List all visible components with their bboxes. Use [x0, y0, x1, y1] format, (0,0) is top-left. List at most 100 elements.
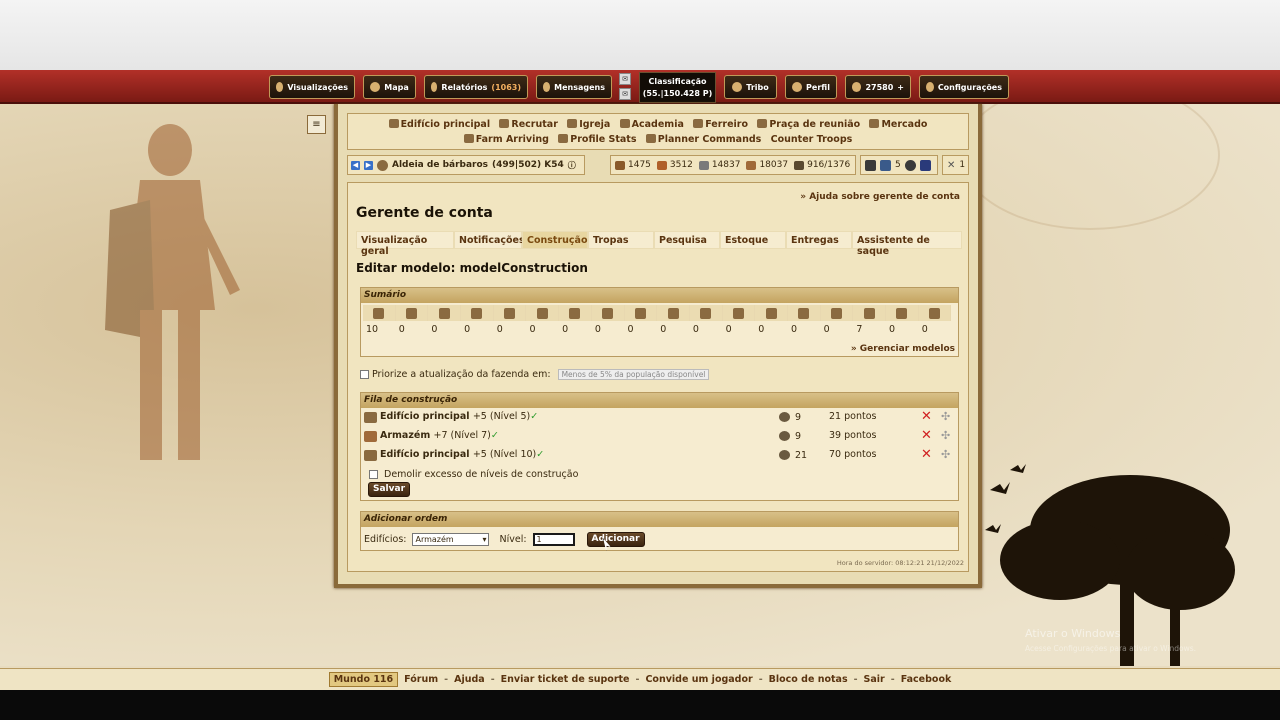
- village-coords[interactable]: (499|502) K54: [492, 160, 564, 170]
- tab-estoque[interactable]: Estoque: [720, 231, 786, 249]
- save-button[interactable]: Salvar: [368, 482, 411, 497]
- tab-notificacoes[interactable]: Notificações: [454, 231, 525, 249]
- sidebar-toggle-icon[interactable]: ≡: [307, 115, 326, 134]
- footer-link-notas[interactable]: Bloco de notas: [769, 674, 848, 685]
- perfil-button[interactable]: Perfil: [785, 75, 837, 99]
- village-name[interactable]: Aldeia de bárbaros: [392, 160, 488, 170]
- summary-value: 0: [431, 324, 438, 335]
- buildings-label: Edifícios:: [364, 534, 407, 545]
- demolish-checkbox[interactable]: [369, 470, 378, 479]
- summary-value: 7: [856, 324, 863, 335]
- farm-priority-label: Priorize a atualização da fazenda em:: [372, 369, 551, 380]
- drag-handle-icon[interactable]: ✣: [941, 410, 950, 423]
- visualizacoes-button[interactable]: Visualizações: [269, 75, 355, 99]
- help-link[interactable]: » Ajuda sobre gerente de conta: [800, 192, 960, 202]
- premium-button[interactable]: 27580 +: [845, 75, 911, 99]
- iron-mine-icon: [787, 305, 821, 321]
- footer-link-sair[interactable]: Sair: [864, 674, 885, 685]
- menu-counter-troops[interactable]: Counter Troops: [771, 134, 853, 145]
- queue-building-name: Edifício principal: [380, 411, 470, 422]
- classificacao-button[interactable]: Classificação (55.|150.428 P): [639, 72, 716, 103]
- delete-icon[interactable]: ✕: [921, 409, 932, 424]
- rally-point-icon: [757, 119, 768, 128]
- status-count: 5: [895, 160, 901, 170]
- previous-village-icon[interactable]: ◀: [351, 160, 360, 170]
- tab-tropas[interactable]: Tropas: [588, 231, 654, 249]
- population-icon: [779, 431, 790, 441]
- menu-profile-stats[interactable]: Profile Stats: [558, 134, 636, 145]
- summary-value: 0: [562, 324, 569, 335]
- menu-mercado[interactable]: Mercado: [869, 119, 927, 130]
- manage-templates-link[interactable]: » Gerenciar modelos: [851, 344, 955, 354]
- building-select[interactable]: Armazém: [412, 533, 490, 546]
- next-village-icon[interactable]: ▶: [364, 160, 373, 170]
- mensagens-button[interactable]: Mensagens: [536, 75, 612, 99]
- drag-handle-icon[interactable]: ✣: [941, 429, 950, 442]
- menu-ferreiro[interactable]: Ferreiro: [693, 119, 748, 130]
- footer-separator: -: [853, 674, 858, 685]
- drag-handle-icon[interactable]: ✣: [941, 448, 950, 461]
- menu-farm-arriving[interactable]: Farm Arriving: [463, 134, 549, 145]
- knight-illustration: [105, 124, 240, 460]
- level-input[interactable]: 1: [532, 533, 575, 546]
- headquarters-icon: [364, 450, 377, 461]
- menu-academia[interactable]: Academia: [619, 119, 684, 130]
- delete-icon[interactable]: ✕: [921, 428, 932, 443]
- envelope-icon: [543, 82, 551, 92]
- mapa-label: Mapa: [384, 82, 409, 92]
- timber-camp-icon: [722, 305, 756, 321]
- mapa-button[interactable]: Mapa: [363, 75, 416, 99]
- relatorios-button[interactable]: Relatórios (1063): [424, 75, 528, 99]
- queue-building-name: Armazém: [380, 430, 431, 441]
- menu-recrutar[interactable]: Recrutar: [499, 119, 558, 130]
- crossed-swords-icon[interactable]: ✕: [947, 160, 955, 171]
- tab-visualizacao-geral[interactable]: Visualização geral: [356, 231, 454, 257]
- tab-construcao[interactable]: Construção: [522, 231, 588, 249]
- windows-activation-text: Acesse Configurações para ativar o Windo…: [1025, 644, 1197, 653]
- add-order-row: Edifícios: Armazém Nível: 1 Adicionar: [364, 532, 645, 547]
- village-info-icon[interactable]: ⓘ: [568, 160, 576, 171]
- storage-resource: 18037: [746, 160, 788, 170]
- clay-resource: 3512: [656, 160, 693, 170]
- add-button[interactable]: Adicionar: [586, 532, 645, 547]
- menu-edificio-principal[interactable]: Edifício principal: [388, 119, 490, 130]
- footer-link-convide[interactable]: Convide um jogador: [645, 674, 752, 685]
- shield-icon[interactable]: [880, 159, 891, 171]
- flag-icon[interactable]: [919, 159, 931, 171]
- new-report-icon[interactable]: ✉: [619, 73, 631, 85]
- footer-link-facebook[interactable]: Facebook: [901, 674, 952, 685]
- delete-icon[interactable]: ✕: [921, 447, 932, 462]
- menu-igreja[interactable]: Igreja: [567, 119, 610, 130]
- new-message-icon[interactable]: ✉: [619, 88, 631, 100]
- hiding-place-icon: [886, 305, 919, 321]
- book-icon[interactable]: [865, 159, 876, 171]
- summary-box: Sumário 10 0 0 0 0 0 0 0 0 0 0 0 0 0 0 7…: [360, 287, 959, 357]
- coin-icon[interactable]: [904, 159, 916, 171]
- farm-priority-select[interactable]: Menos de 5% da população disponível: [557, 369, 710, 380]
- clay-pit-icon: [755, 305, 788, 321]
- tabs: Visualização geral Notificações Construç…: [356, 231, 962, 257]
- footer-link-ajuda[interactable]: Ajuda: [454, 674, 485, 685]
- queue-population: 9: [795, 431, 802, 442]
- academy-icon: [559, 305, 592, 321]
- tab-pesquisa[interactable]: Pesquisa: [654, 231, 720, 249]
- relatorios-count: (1063): [491, 82, 521, 92]
- world-badge[interactable]: Mundo 116: [328, 672, 399, 687]
- tab-assistente-saque[interactable]: Assistente de saque: [852, 231, 962, 257]
- farm-priority-checkbox[interactable]: [360, 370, 369, 379]
- footer-link-ticket[interactable]: Enviar ticket de suporte: [501, 674, 630, 685]
- stable-icon: [428, 305, 462, 321]
- menu-praca[interactable]: Praça de reunião: [757, 119, 860, 130]
- menu-planner-commands[interactable]: Planner Commands: [645, 134, 761, 145]
- church-icon: [567, 119, 578, 128]
- summary-header: Sumário: [361, 288, 958, 303]
- configuracoes-label: Configurações: [937, 82, 1002, 92]
- summary-value: 0: [660, 324, 667, 335]
- footer-link-forum[interactable]: Fórum: [404, 674, 438, 685]
- queue-points: 21 pontos: [829, 411, 877, 422]
- market-icon: [689, 305, 723, 321]
- tab-entregas[interactable]: Entregas: [786, 231, 852, 249]
- queue-level: +7 (Nível 7): [433, 430, 491, 441]
- configuracoes-button[interactable]: Configurações: [919, 75, 1009, 99]
- tribo-button[interactable]: Tribo: [724, 75, 777, 99]
